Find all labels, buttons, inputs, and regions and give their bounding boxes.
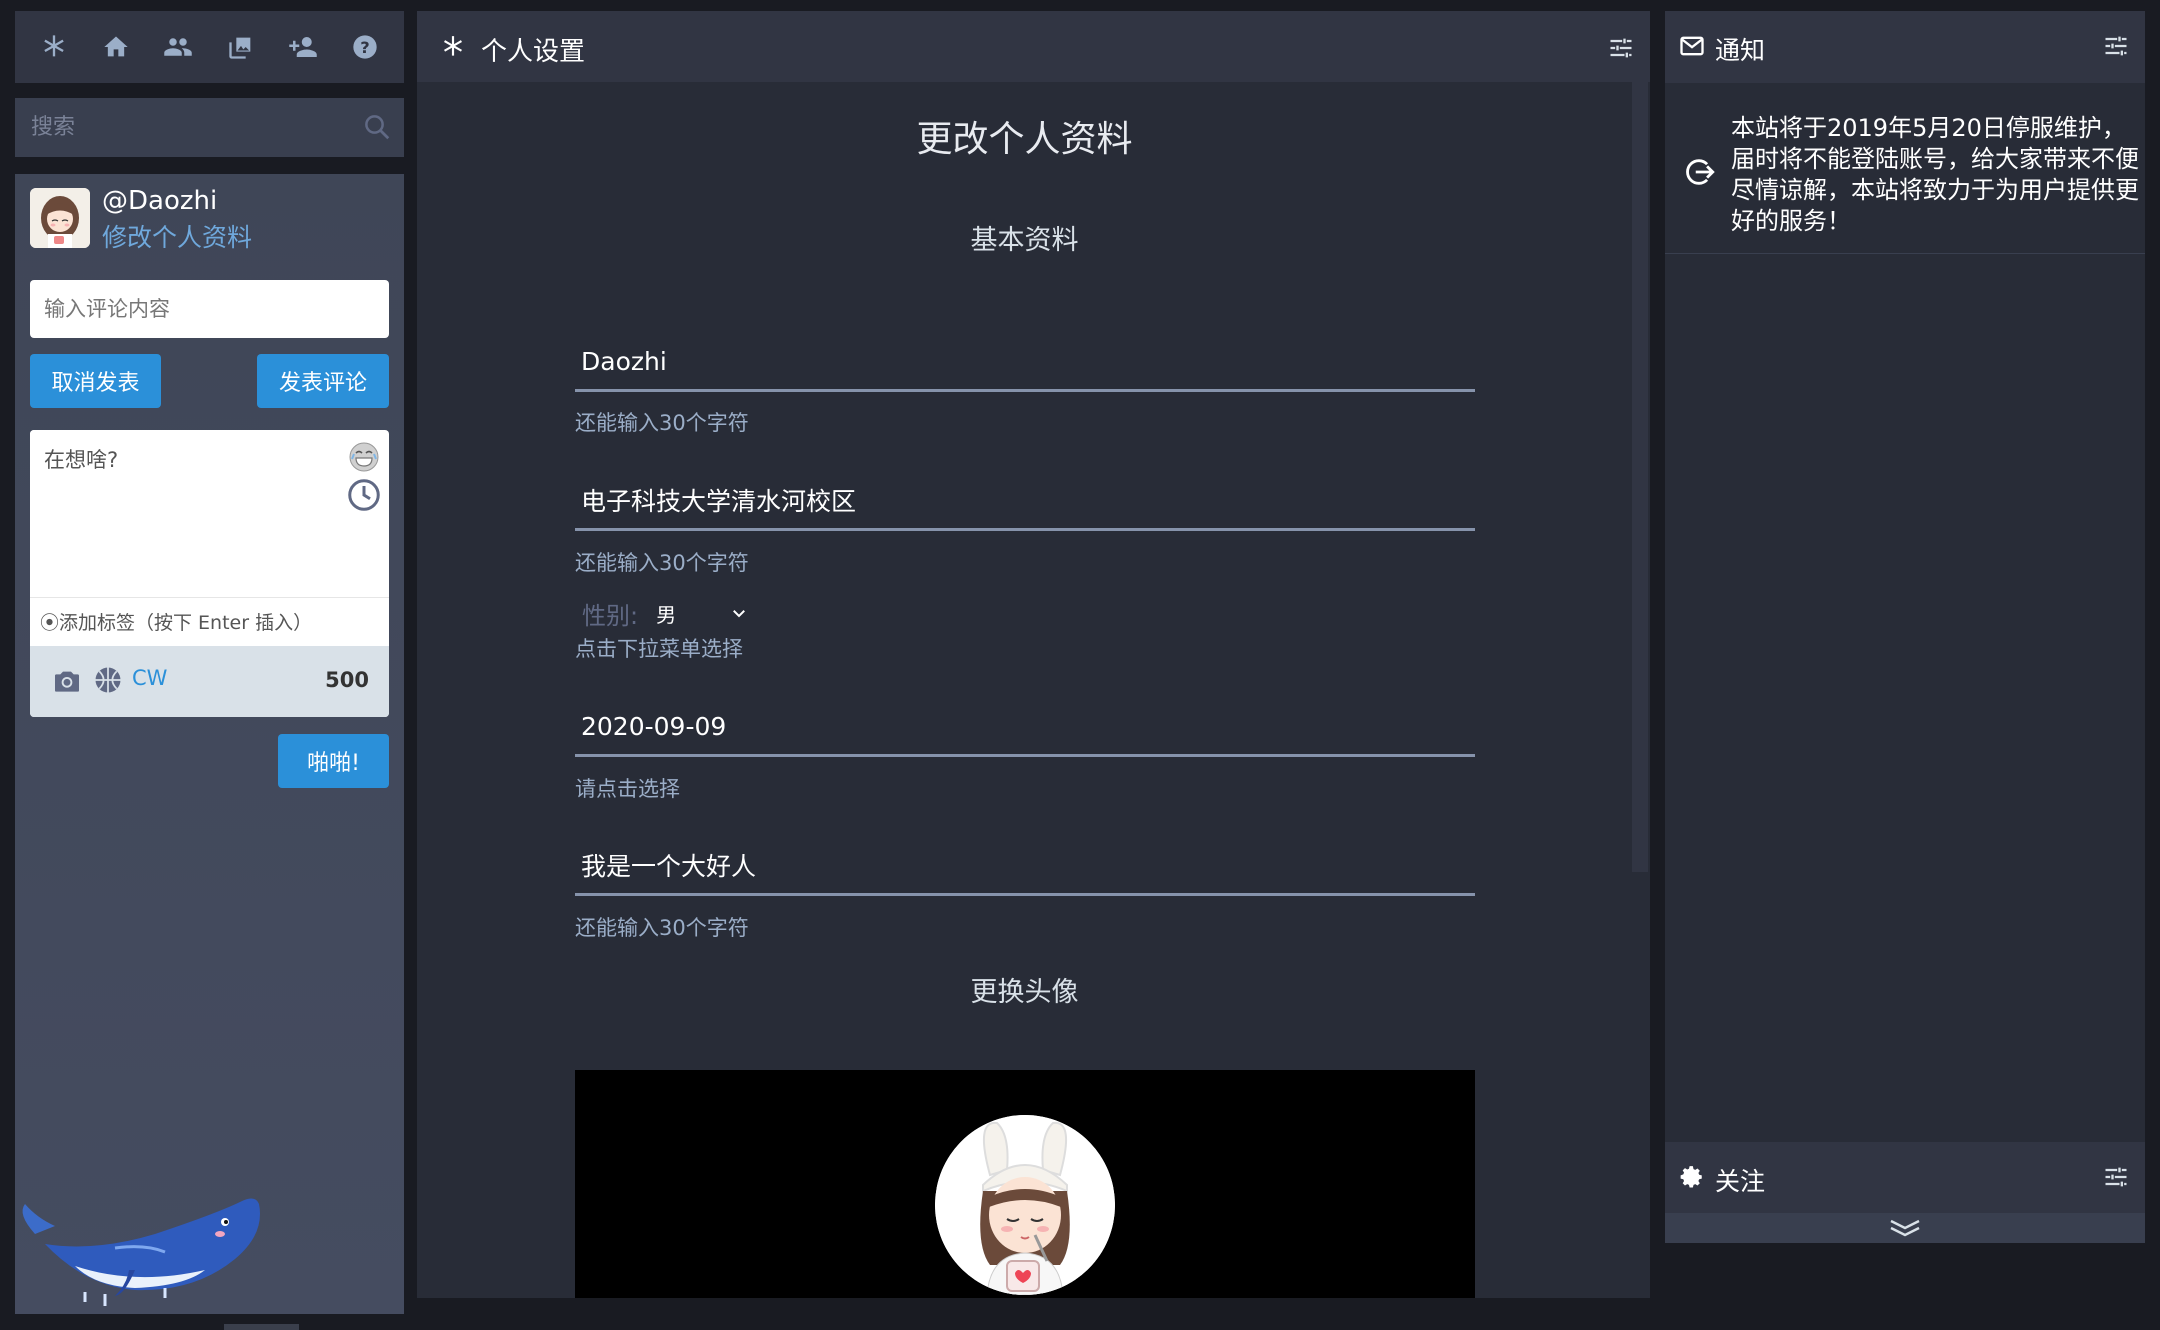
- compose-panel: @Daozhi 修改个人资料 取消发表 发表评论 ⦿添加标签（按下 Enter …: [15, 174, 404, 1314]
- double-chevron-down-icon: [1887, 1217, 1923, 1239]
- gender-label: 性别:: [582, 601, 639, 630]
- gender-value: 男: [656, 602, 677, 627]
- school-input[interactable]: [575, 472, 1475, 528]
- cancel-post-button[interactable]: 取消发表: [30, 354, 161, 408]
- content-warning-toggle[interactable]: CW: [132, 666, 167, 690]
- whale-mascot-image: [15, 1174, 275, 1314]
- school-field[interactable]: [575, 472, 1475, 531]
- post-comment-button[interactable]: 发表评论: [257, 354, 389, 408]
- avatar[interactable]: [935, 1115, 1115, 1295]
- notifications-list: 本站将于2019年5月20日停服维护，届时将不能登陆账号，给大家带来不便尽情谅解…: [1665, 83, 2145, 1143]
- add-tag-hint[interactable]: ⦿添加标签（按下 Enter 插入）: [30, 597, 389, 645]
- gear-icon: [1675, 1160, 1709, 1194]
- gender-row: 性别: 男: [582, 594, 752, 632]
- column-settings-icon[interactable]: [2099, 29, 2133, 63]
- compose-toolbar: CW 500: [30, 646, 389, 717]
- gender-select[interactable]: 男: [652, 594, 752, 632]
- column-settings-icon[interactable]: [1604, 31, 1638, 65]
- avatar-preview-panel[interactable]: [575, 1070, 1475, 1298]
- column-settings-icon[interactable]: [2099, 1160, 2133, 1194]
- change-avatar-heading: 更换头像: [970, 977, 1079, 1008]
- gender-hint: 点击下拉菜单选择: [575, 637, 743, 661]
- birthday-input[interactable]: [575, 698, 1475, 754]
- logout-icon: [1683, 155, 1717, 189]
- camera-icon[interactable]: [50, 664, 84, 698]
- character-counter: 500: [325, 668, 369, 692]
- search-input[interactable]: [15, 98, 377, 157]
- column-title: 关注: [1715, 1167, 1766, 1196]
- display-name-hint: 还能输入30个字符: [575, 411, 749, 435]
- column-title: 个人设置: [481, 37, 586, 67]
- people-icon[interactable]: [154, 23, 202, 71]
- asterisk-icon: [439, 33, 467, 61]
- column-title: 通知: [1715, 36, 1766, 65]
- expand-toggle[interactable]: [1665, 1213, 2145, 1243]
- visibility-icon[interactable]: [92, 664, 124, 696]
- notifications-column-header: 通知: [1665, 11, 2145, 83]
- school-hint: 还能输入30个字符: [575, 551, 749, 575]
- search-box: [15, 98, 404, 157]
- navigation-bar: ?: [15, 11, 404, 83]
- birthday-hint: 请点击选择: [575, 777, 680, 801]
- chevron-down-icon: [730, 604, 748, 622]
- notification-text: 本站将于2019年5月20日停服维护，届时将不能登陆账号，给大家带来不便尽情谅解…: [1731, 114, 2139, 235]
- search-icon[interactable]: [360, 110, 394, 144]
- home-icon[interactable]: [92, 23, 140, 71]
- page-title: 更改个人资料: [916, 119, 1133, 160]
- basic-info-heading: 基本资料: [970, 225, 1079, 256]
- clock-icon[interactable]: [345, 476, 383, 514]
- edit-profile-link[interactable]: 修改个人资料: [102, 218, 252, 254]
- settings-column-header: 个人设置: [417, 11, 1650, 82]
- display-name-field[interactable]: [575, 333, 1475, 392]
- add-person-icon[interactable]: [279, 23, 327, 71]
- avatar[interactable]: [30, 188, 90, 248]
- scrollbar[interactable]: [1632, 82, 1648, 872]
- follow-column-header: 关注: [1665, 1142, 2145, 1213]
- settings-content: 更改个人资料 基本资料 还能输入30个字符 还能输入30个字符 性别: 男 点击…: [417, 82, 1650, 1298]
- help-icon[interactable]: ?: [341, 23, 389, 71]
- svg-text:?: ?: [360, 38, 369, 57]
- comment-input[interactable]: [30, 280, 389, 338]
- display-name-input[interactable]: [575, 333, 1475, 389]
- bio-field[interactable]: [575, 837, 1475, 896]
- scroll-handle[interactable]: [224, 1324, 299, 1330]
- asterisk-icon[interactable]: [30, 23, 78, 71]
- profile-name: @Daozhi: [102, 186, 218, 216]
- publish-button[interactable]: 啪啪!: [278, 734, 389, 788]
- bio-hint: 还能输入30个字符: [575, 916, 749, 940]
- birthday-field[interactable]: [575, 698, 1475, 757]
- image-gallery-icon[interactable]: [217, 23, 265, 71]
- envelope-icon: [1675, 29, 1709, 63]
- notification-item[interactable]: 本站将于2019年5月20日停服维护，届时将不能登陆账号，给大家带来不便尽情谅解…: [1665, 83, 2145, 254]
- compose-box: ⦿添加标签（按下 Enter 插入） CW 500: [30, 430, 389, 717]
- compose-textarea[interactable]: [30, 430, 340, 590]
- bio-input[interactable]: [575, 837, 1475, 893]
- emoji-icon[interactable]: [347, 440, 381, 474]
